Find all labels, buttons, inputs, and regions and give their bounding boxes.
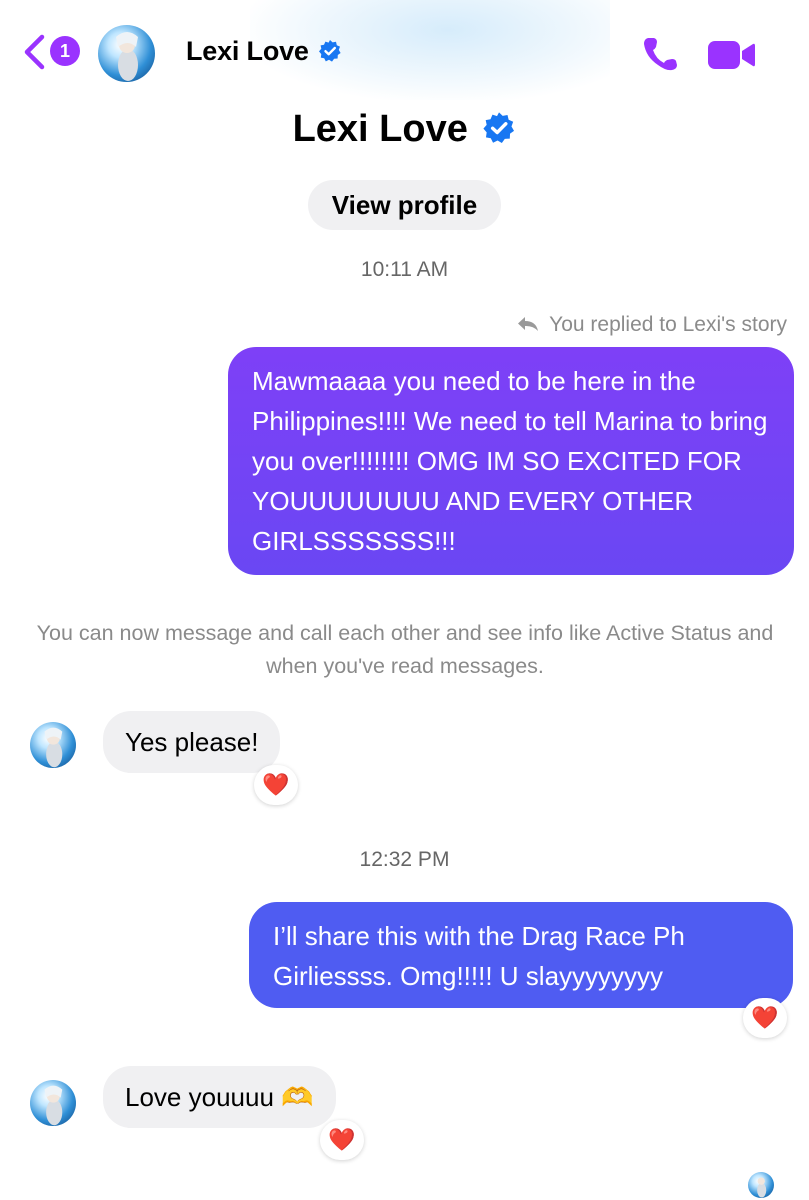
system-notice: You can now message and call each other … [36, 621, 774, 678]
heart-icon: ❤️ [328, 1127, 356, 1152]
read-receipt-avatar [748, 1172, 774, 1198]
outgoing-message[interactable]: Mawmaaaa you need to be here in the Phil… [228, 347, 794, 575]
heart-icon: ❤️ [262, 772, 290, 797]
unread-count-badge: 1 [50, 36, 80, 66]
heart-icon: ❤️ [751, 1005, 779, 1030]
view-profile-button[interactable]: View profile [308, 180, 501, 230]
contact-avatar[interactable] [30, 1080, 76, 1126]
video-camera-icon [708, 41, 755, 69]
avatar-image [44, 1085, 63, 1126]
contact-avatar[interactable] [30, 722, 76, 768]
verified-badge-icon [319, 39, 341, 62]
story-reply-note: You replied to Lexi's story [516, 313, 787, 337]
call-button[interactable] [640, 35, 682, 73]
reaction-badge[interactable]: ❤️ [743, 998, 787, 1038]
avatar-image [44, 727, 63, 768]
timestamp: 10:11 AM [360, 258, 449, 281]
header-avatar[interactable] [98, 25, 155, 82]
reply-arrow-icon [517, 316, 538, 331]
reaction-badge[interactable]: ❤️ [320, 1120, 364, 1160]
avatar-image [757, 1177, 767, 1198]
header-contact-name-text: Lexi Love [186, 36, 309, 66]
back-chevron-icon [24, 34, 45, 70]
verified-badge-icon [483, 112, 515, 143]
video-call-button[interactable] [706, 38, 756, 72]
header-contact-name[interactable]: Lexi Love [186, 36, 342, 67]
profile-name-text: Lexi Love [292, 108, 468, 150]
outgoing-message[interactable]: I’ll share this with the Drag Race Ph Gi… [249, 902, 793, 1008]
incoming-message[interactable]: Yes please! [103, 711, 281, 773]
reaction-badge[interactable]: ❤️ [254, 765, 298, 805]
phone-icon [644, 38, 677, 71]
story-reply-text: You replied to Lexi's story [549, 313, 787, 336]
avatar-image [116, 32, 138, 81]
profile-name: Lexi Love [0, 108, 809, 151]
incoming-message[interactable]: Love youuuu 🫶 [103, 1066, 336, 1128]
back-button[interactable]: 1 [22, 34, 82, 70]
timestamp: 12:32 PM [359, 848, 450, 871]
